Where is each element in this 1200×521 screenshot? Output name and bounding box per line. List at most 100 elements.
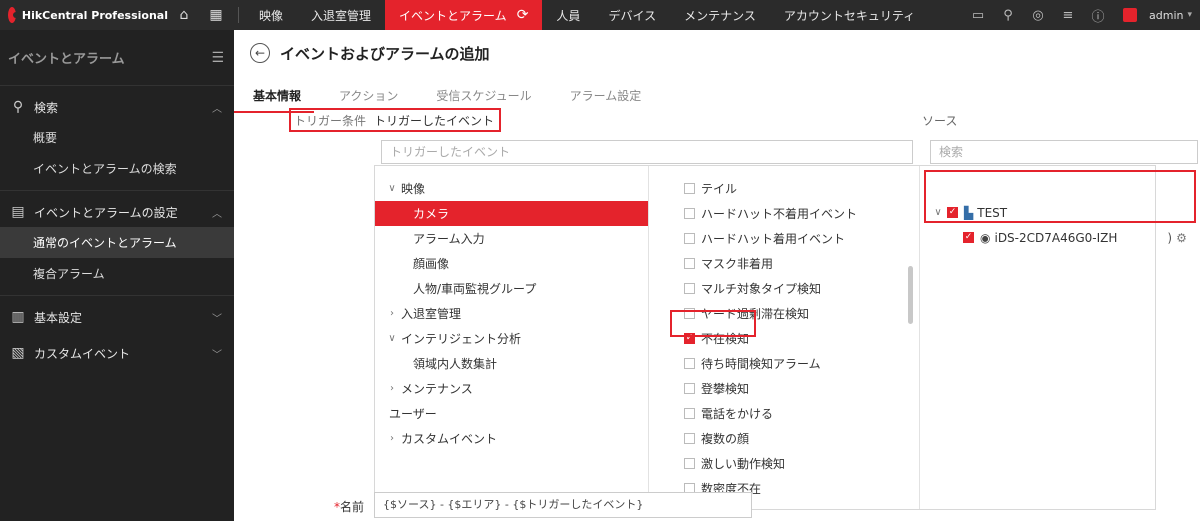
name-input[interactable]: {$ソース} - {$エリア} - {$トリガーしたイベント} [374, 492, 752, 518]
tab-receive-schedule[interactable]: 受信スケジュール [417, 86, 550, 110]
event-list-scrollbar[interactable] [908, 266, 913, 324]
tab-basic-info[interactable]: 基本情報 [234, 86, 320, 110]
back-arrow-icon[interactable]: ← [250, 43, 270, 63]
sidebar-divider [0, 295, 234, 296]
main-content: ← イベントおよびアラームの追加 基本情報 アクション 受信スケジュール アラー… [234, 30, 1200, 521]
nav-item-video[interactable]: 映像 [245, 0, 297, 30]
tree-item-label: 入退室管理 [401, 307, 462, 321]
nav-item-account-security[interactable]: アカウントセキュリティ [770, 0, 929, 30]
event-item[interactable]: テイル [650, 176, 919, 201]
info-icon[interactable]: ⓘ [1083, 6, 1113, 25]
sidebar-group-search[interactable]: ⚲ 検索 ︿ [0, 92, 234, 122]
top-right-tools: ▭ ⚲ ◎ ≡ ⓘ admin ▾ [963, 0, 1200, 30]
checkbox[interactable] [684, 258, 695, 269]
checkbox[interactable] [684, 283, 695, 294]
sidebar-item-combined-alarm[interactable]: 複合アラーム [0, 258, 234, 289]
nav-item-events-alarms-label: イベントとアラーム [399, 8, 507, 23]
custom-event-icon: ▧ [11, 345, 25, 361]
settings-panel-icon: ▥ [11, 309, 25, 325]
checkbox[interactable] [684, 208, 695, 219]
device-suffix: ) [1167, 230, 1173, 245]
nav-item-devices[interactable]: デバイス [594, 0, 670, 30]
triggered-event-search-input[interactable]: トリガーしたイベント [381, 140, 913, 164]
tree-item-people-counting[interactable]: 領域内人数集計 [375, 351, 648, 376]
nav-item-maintenance[interactable]: メンテナンス [670, 0, 770, 30]
grid-menu-icon[interactable]: ▦ [200, 0, 232, 30]
chevron-down-icon[interactable]: ∨ [385, 183, 399, 194]
chevron-right-icon[interactable]: › [385, 433, 399, 444]
checkbox[interactable] [684, 433, 695, 444]
sidebar-group-custom-event[interactable]: ▧ カスタムイベント ﹀ [0, 338, 234, 368]
source-device-label: iDS-2CD7A46G0-IZH [994, 230, 1118, 245]
chevron-right-icon[interactable]: › [385, 383, 399, 394]
tab-alarm-settings[interactable]: アラーム設定 [551, 86, 661, 110]
checkbox[interactable] [684, 408, 695, 419]
app-logo[interactable]: HikCentral Professional [0, 0, 168, 30]
refresh-icon[interactable]: ⟳ [517, 7, 529, 23]
list-padding [650, 166, 919, 176]
chevron-down-icon[interactable]: ∨ [385, 333, 399, 344]
checkbox-checked-icon[interactable]: ✓ [963, 232, 974, 243]
checkbox[interactable] [684, 383, 695, 394]
checkbox[interactable] [684, 458, 695, 469]
source-search-input[interactable]: 検索 [930, 140, 1198, 164]
event-label: ハードハット不着用イベント [701, 207, 858, 221]
event-item[interactable]: 電話をかける [650, 401, 919, 426]
sidebar-group-label: 検索 [34, 100, 59, 115]
gear-icon[interactable]: ⚙ [1176, 231, 1187, 245]
tree-item-intelligent-analysis[interactable]: ∨ インテリジェント分析 [375, 326, 648, 351]
event-item[interactable]: マスク非着用 [650, 251, 919, 276]
collapse-sidebar-icon[interactable]: ☰ [211, 50, 224, 66]
sidebar-group-basic-settings[interactable]: ▥ 基本設定 ﹀ [0, 302, 234, 332]
event-item[interactable]: 登攀検知 [650, 376, 919, 401]
event-item[interactable]: 待ち時間検知アラーム [650, 351, 919, 376]
source-device-item[interactable]: ✓ ◉ iDS-2CD7A46G0-IZH ) ⚙ [921, 225, 1187, 250]
sidebar-item-normal-events[interactable]: 通常のイベントとアラーム [0, 227, 234, 258]
highlight-box-trigger [289, 108, 501, 132]
event-item[interactable]: 複数の顔 [650, 426, 919, 451]
list-menu-icon[interactable]: ≡ [1053, 8, 1083, 23]
search-icon[interactable]: ⚲ [993, 8, 1023, 23]
tree-item-video[interactable]: ∨ 映像 [375, 176, 648, 201]
chevron-up-icon: ︿ [212, 208, 222, 220]
sidebar-group-event-settings[interactable]: ▤ イベントとアラームの設定 ︿ [0, 197, 234, 227]
tree-padding [375, 166, 648, 176]
user-name[interactable]: admin [1149, 9, 1183, 22]
event-item[interactable]: 激しい動作検知 [650, 451, 919, 476]
chevron-right-icon[interactable]: › [385, 308, 399, 319]
sidebar-divider [0, 190, 234, 191]
checkbox[interactable] [684, 183, 695, 194]
tree-item-alarm-input[interactable]: アラーム入力 [375, 226, 648, 251]
tree-item-face-image[interactable]: 顔画像 [375, 251, 648, 276]
sidebar-group-label: 基本設定 [34, 310, 83, 325]
event-item[interactable]: ハードハット不着用イベント [650, 201, 919, 226]
tree-item-camera[interactable]: カメラ [375, 201, 648, 226]
nav-item-events-alarms[interactable]: イベントとアラーム ⟳ [385, 0, 543, 30]
checkbox[interactable] [684, 233, 695, 244]
search-icon: ⚲ [12, 99, 24, 115]
sidebar-item-overview[interactable]: 概要 [0, 122, 234, 153]
tree-item-access-control[interactable]: › 入退室管理 [375, 301, 648, 326]
name-label-text: 名前 [340, 500, 365, 514]
home-icon[interactable]: ⌂ [168, 0, 200, 30]
tab-action[interactable]: アクション [320, 86, 417, 110]
event-label: テイル [701, 182, 738, 196]
chevron-down-icon[interactable]: ▾ [1187, 10, 1192, 20]
checkbox[interactable] [684, 358, 695, 369]
chevron-down-icon: ﹀ [212, 349, 222, 361]
tree-item-maintenance[interactable]: › メンテナンス [375, 376, 648, 401]
nav-item-access-control[interactable]: 入退室管理 [297, 0, 385, 30]
tree-item-user[interactable]: ユーザー [375, 401, 648, 426]
event-label: 電話をかける [701, 407, 774, 421]
highlight-box-absence-detection [670, 310, 756, 337]
alarm-bell-icon[interactable] [1123, 8, 1137, 22]
compass-icon[interactable]: ◎ [1023, 8, 1053, 23]
tree-item-watch-group[interactable]: 人物/車両監視グループ [375, 276, 648, 301]
event-item[interactable]: マルチ対象タイプ検知 [650, 276, 919, 301]
nav-item-persons[interactable]: 人員 [542, 0, 594, 30]
folder-icon[interactable]: ▭ [963, 8, 993, 23]
tree-item-custom-event[interactable]: › カスタムイベント [375, 426, 648, 451]
event-item[interactable]: ハードハット着用イベント [650, 226, 919, 251]
sidebar-item-event-search[interactable]: イベントとアラームの検索 [0, 153, 234, 184]
event-checklist: テイル ハードハット不着用イベント ハードハット着用イベント マスク非着用 マル… [650, 166, 920, 509]
